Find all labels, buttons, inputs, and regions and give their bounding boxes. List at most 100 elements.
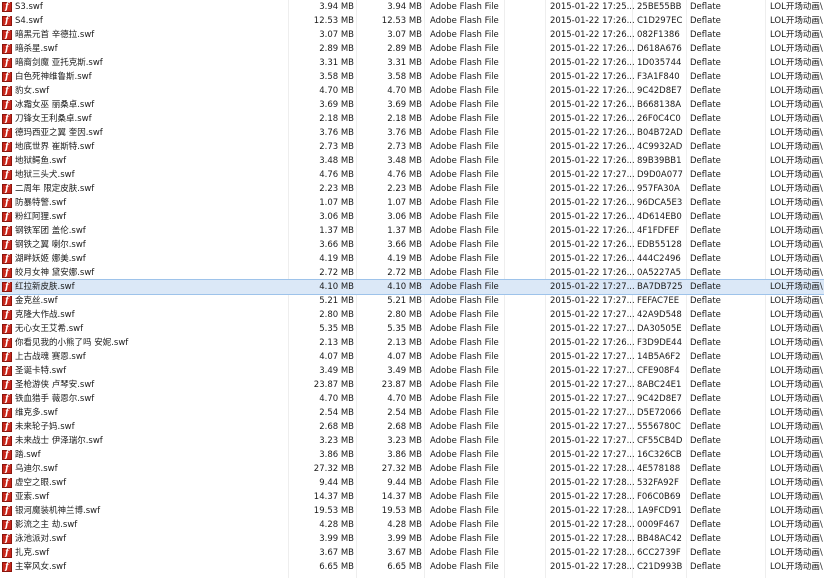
file-row[interactable]: 上古战魂 赛恩.swf 4.07 MB 4.07 MB Adobe Flash … xyxy=(0,350,824,364)
flash-file-icon xyxy=(2,547,12,559)
packed-size: 12.53 MB xyxy=(381,16,422,26)
file-row[interactable]: 圣枪游侠 卢琴安.swf 23.87 MB 23.87 MB Adobe Fla… xyxy=(0,378,824,392)
file-size: 5.21 MB xyxy=(319,296,354,306)
file-type: Adobe Flash File xyxy=(430,380,499,390)
folder-path: LOL开场动画\ xyxy=(770,422,823,432)
file-row[interactable]: 克隆大作战.swf 2.80 MB 2.80 MB Adobe Flash Fi… xyxy=(0,308,824,322)
folder-path: LOL开场动画\ xyxy=(770,324,823,334)
file-row[interactable]: 虚空之眼.swf 9.44 MB 9.44 MB Adobe Flash Fil… xyxy=(0,476,824,490)
folder-path: LOL开场动画\ xyxy=(770,520,823,530)
file-row[interactable]: S4.swf 12.53 MB 12.53 MB Adobe Flash Fil… xyxy=(0,14,824,28)
file-size: 2.73 MB xyxy=(319,142,354,152)
file-row[interactable]: 地底世界 崔斯特.swf 2.73 MB 2.73 MB Adobe Flash… xyxy=(0,140,824,154)
compression-method: Deflate xyxy=(690,240,721,250)
file-type: Adobe Flash File xyxy=(430,156,499,166)
file-row[interactable]: 红拉新皮肤.swf 4.10 MB 4.10 MB Adobe Flash Fi… xyxy=(0,279,824,295)
file-row[interactable]: 防暴特警.swf 1.07 MB 1.07 MB Adobe Flash Fil… xyxy=(0,196,824,210)
file-row[interactable]: 冰霜女巫 丽桑卓.swf 3.69 MB 3.69 MB Adobe Flash… xyxy=(0,98,824,112)
file-row[interactable]: 你看见我的小熊了吗 安妮.swf 2.13 MB 2.13 MB Adobe F… xyxy=(0,336,824,350)
file-row[interactable]: S3.swf 3.94 MB 3.94 MB Adobe Flash File … xyxy=(0,0,824,14)
file-row[interactable]: 白色死神维鲁斯.swf 3.58 MB 3.58 MB Adobe Flash … xyxy=(0,70,824,84)
file-row[interactable]: 粉红阿狸.swf 3.06 MB 3.06 MB Adobe Flash Fil… xyxy=(0,210,824,224)
crc-checksum: C1D297EC xyxy=(637,16,683,26)
packed-size: 3.58 MB xyxy=(387,72,422,82)
file-row[interactable]: 暗黑元首 辛德拉.swf 3.07 MB 3.07 MB Adobe Flash… xyxy=(0,28,824,42)
file-type: Adobe Flash File xyxy=(430,408,499,418)
flash-file-icon xyxy=(2,113,12,125)
file-row[interactable]: 暗杀星.swf 2.89 MB 2.89 MB Adobe Flash File… xyxy=(0,42,824,56)
file-row[interactable]: 扎克.swf 3.67 MB 3.67 MB Adobe Flash File … xyxy=(0,546,824,560)
packed-size: 6.65 MB xyxy=(387,562,422,572)
file-row[interactable]: 暗裔剑魔 亚托克斯.swf 3.31 MB 3.31 MB Adobe Flas… xyxy=(0,56,824,70)
file-row[interactable]: 亚索.swf 14.37 MB 14.37 MB Adobe Flash Fil… xyxy=(0,490,824,504)
crc-checksum: 532FA92F xyxy=(637,478,679,488)
file-row[interactable]: 皎月女神 黛安娜.swf 2.72 MB 2.72 MB Adobe Flash… xyxy=(0,266,824,280)
file-row[interactable]: 未来战士 伊泽瑞尔.swf 3.23 MB 3.23 MB Adobe Flas… xyxy=(0,434,824,448)
file-row[interactable]: 无心女王艾希.swf 5.35 MB 5.35 MB Adobe Flash F… xyxy=(0,322,824,336)
file-name: 乌迪尔.swf xyxy=(15,464,58,474)
file-type: Adobe Flash File xyxy=(430,310,499,320)
compression-method: Deflate xyxy=(690,58,721,68)
modified-date: 2015-01-22 17:28... xyxy=(550,492,635,502)
folder-path: LOL开场动画\ xyxy=(770,226,823,236)
modified-date: 2015-01-22 17:28... xyxy=(550,506,635,516)
file-row[interactable]: 金克丝.swf 5.21 MB 5.21 MB Adobe Flash File… xyxy=(0,294,824,308)
compression-method: Deflate xyxy=(690,16,721,26)
file-name: 圣诞卡特.swf xyxy=(15,366,67,376)
file-row[interactable]: 钢铁军团 盖伦.swf 1.37 MB 1.37 MB Adobe Flash … xyxy=(0,224,824,238)
packed-size: 3.86 MB xyxy=(387,450,422,460)
file-size: 14.37 MB xyxy=(313,492,354,502)
compression-method: Deflate xyxy=(690,310,721,320)
file-row[interactable]: 钢铁之翼 喇尔.swf 3.66 MB 3.66 MB Adobe Flash … xyxy=(0,238,824,252)
packed-size: 3.67 MB xyxy=(387,548,422,558)
folder-path: LOL开场动画\ xyxy=(770,58,823,68)
file-row[interactable]: 泳池派对.swf 3.99 MB 3.99 MB Adobe Flash Fil… xyxy=(0,532,824,546)
file-row[interactable]: 银河魔装机神兰博.swf 19.53 MB 19.53 MB Adobe Fla… xyxy=(0,504,824,518)
modified-date: 2015-01-22 17:26... xyxy=(550,100,635,110)
file-row[interactable]: 铁血猎手 薇恩尔.swf 4.70 MB 4.70 MB Adobe Flash… xyxy=(0,392,824,406)
file-row[interactable]: 地狱三头犬.swf 4.76 MB 4.76 MB Adobe Flash Fi… xyxy=(0,168,824,182)
modified-date: 2015-01-22 17:25... xyxy=(550,2,635,12)
file-row[interactable]: 二周年 限定皮肤.swf 2.23 MB 2.23 MB Adobe Flash… xyxy=(0,182,824,196)
packed-size: 1.07 MB xyxy=(387,198,422,208)
archive-file-list[interactable]: S3.swf 3.94 MB 3.94 MB Adobe Flash File … xyxy=(0,0,824,574)
file-name: 地狱鳄鱼.swf xyxy=(15,156,67,166)
crc-checksum: D5E72066 xyxy=(637,408,682,418)
file-name: 铁血猎手 薇恩尔.swf xyxy=(15,394,95,404)
file-row[interactable]: 豹女.swf 4.70 MB 4.70 MB Adobe Flash File … xyxy=(0,84,824,98)
modified-date: 2015-01-22 17:27... xyxy=(550,366,635,376)
file-name: 亚索.swf xyxy=(15,492,50,502)
file-row[interactable]: 维克多.swf 2.54 MB 2.54 MB Adobe Flash File… xyxy=(0,406,824,420)
flash-file-icon xyxy=(2,169,12,181)
file-name: 泳池派对.swf xyxy=(15,534,67,544)
crc-checksum: 0A5227A5 xyxy=(637,268,682,278)
modified-date: 2015-01-22 17:27... xyxy=(550,352,635,362)
file-row[interactable]: 刀锋女王利桑卓.swf 2.18 MB 2.18 MB Adobe Flash … xyxy=(0,112,824,126)
modified-date: 2015-01-22 17:26... xyxy=(550,226,635,236)
crc-checksum: 6CC2739F xyxy=(637,548,681,558)
file-row[interactable]: 德玛西亚之翼 奎因.swf 3.76 MB 3.76 MB Adobe Flas… xyxy=(0,126,824,140)
flash-file-icon xyxy=(2,43,12,55)
file-row[interactable]: 乌迪尔.swf 27.32 MB 27.32 MB Adobe Flash Fi… xyxy=(0,462,824,476)
compression-method: Deflate xyxy=(690,170,721,180)
file-row[interactable]: 未来轮子妈.swf 2.68 MB 2.68 MB Adobe Flash Fi… xyxy=(0,420,824,434)
modified-date: 2015-01-22 17:27... xyxy=(550,310,635,320)
file-row[interactable]: 湖畔妖姬 娜美.swf 4.19 MB 4.19 MB Adobe Flash … xyxy=(0,252,824,266)
file-type: Adobe Flash File xyxy=(430,100,499,110)
file-row[interactable]: 地狱鳄鱼.swf 3.48 MB 3.48 MB Adobe Flash Fil… xyxy=(0,154,824,168)
crc-checksum: 9C42D8E7 xyxy=(637,86,682,96)
packed-size: 5.21 MB xyxy=(387,296,422,306)
packed-size: 3.07 MB xyxy=(387,30,422,40)
file-row[interactable]: 主宰风女.swf 6.65 MB 6.65 MB Adobe Flash Fil… xyxy=(0,560,824,574)
packed-size: 3.69 MB xyxy=(387,100,422,110)
folder-path: LOL开场动画\ xyxy=(770,296,823,306)
modified-date: 2015-01-22 17:27... xyxy=(550,408,635,418)
packed-size: 3.66 MB xyxy=(387,240,422,250)
file-row[interactable]: 踏.swf 3.86 MB 3.86 MB Adobe Flash File 2… xyxy=(0,448,824,462)
file-size: 1.07 MB xyxy=(319,198,354,208)
compression-method: Deflate xyxy=(690,142,721,152)
file-row[interactable]: 影流之主 劫.swf 4.28 MB 4.28 MB Adobe Flash F… xyxy=(0,518,824,532)
flash-file-icon xyxy=(2,323,12,335)
file-size: 3.94 MB xyxy=(319,2,354,12)
file-row[interactable]: 圣诞卡特.swf 3.49 MB 3.49 MB Adobe Flash Fil… xyxy=(0,364,824,378)
